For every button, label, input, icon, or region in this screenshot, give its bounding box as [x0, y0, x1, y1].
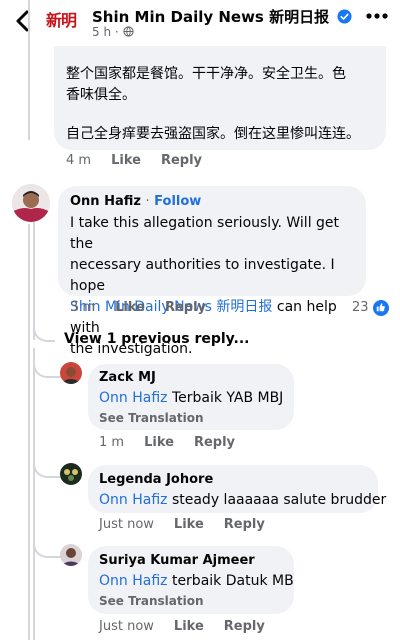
comment-time[interactable]: 3 m — [70, 300, 95, 315]
comment-author: Onn Hafiz · Follow — [70, 194, 201, 209]
see-translation-link[interactable]: See Translation — [99, 411, 283, 425]
post-meta: 5 h · — [92, 25, 134, 39]
reply-text-rest: steady laaaaaa salute brudder — [167, 492, 387, 508]
reply-author[interactable]: Suriya Kumar Ajmeer — [99, 553, 294, 568]
comment-line: 香味俱全。 — [66, 87, 136, 103]
reply-time[interactable]: 1 m — [99, 435, 124, 450]
comment-actions: 4 m Like Reply — [66, 153, 202, 168]
comment-time[interactable]: 4 m — [66, 153, 91, 168]
thread-line — [28, 224, 30, 640]
reply-text-rest: terbaik Datuk MB — [167, 573, 294, 589]
page-logo[interactable]: 新明 — [46, 8, 84, 34]
reply-time[interactable]: Just now — [99, 517, 154, 532]
reply-text-rest: Terbaik YAB MBJ — [167, 390, 284, 406]
thread-line — [33, 210, 35, 340]
avatar-image — [60, 544, 82, 566]
reply-author[interactable]: Zack MJ — [99, 370, 283, 385]
user-mention[interactable]: Onn Hafiz — [99, 573, 168, 589]
comment-line: 整个国家都是餐馆。干干净净。安全卫生。色 — [66, 66, 346, 82]
like-button[interactable]: Like — [174, 517, 204, 532]
reply-text: Onn Hafiz Terbaik YAB MBJ — [99, 388, 283, 409]
reply-button[interactable]: Reply — [194, 435, 235, 450]
reply-actions: Just now Like Reply — [99, 517, 265, 532]
thread-line — [28, 0, 30, 140]
post-time[interactable]: 5 h — [92, 25, 111, 39]
like-button[interactable]: Like — [144, 435, 174, 450]
thread-connector — [33, 326, 55, 342]
thread-connector — [33, 542, 61, 558]
reply-button[interactable]: Reply — [161, 153, 202, 168]
like-button[interactable]: Like — [115, 300, 145, 315]
reply-content: Legenda Johore Onn Hafiz steady laaaaaa … — [99, 472, 386, 511]
more-icon[interactable] — [366, 12, 388, 20]
page-name-text[interactable]: Shin Min Daily News 新明日报 — [92, 8, 329, 26]
avatar-image — [60, 463, 82, 485]
comment-line: 自己全身痒要去强盗国家。倒在这里惨叫连连。 — [66, 126, 360, 142]
reply-button[interactable]: Reply — [224, 619, 265, 634]
author-name[interactable]: Onn Hafiz — [70, 194, 141, 209]
comment-actions: 3 m Like Reply — [70, 300, 206, 315]
like-button[interactable]: Like — [174, 619, 204, 634]
thread-connector — [33, 462, 61, 478]
thread-connector — [33, 362, 61, 378]
thread-line — [33, 348, 35, 640]
page-name[interactable]: Shin Min Daily News 新明日报 — [92, 6, 352, 27]
avatar[interactable] — [60, 463, 82, 485]
comment-line: I take this allegation seriously. Will g… — [70, 215, 340, 252]
comment-line: necessary authorities to investigate. I … — [70, 257, 335, 294]
avatar-image — [12, 184, 50, 222]
like-reaction-icon — [372, 299, 390, 317]
globe-icon — [122, 26, 134, 37]
like-button[interactable]: Like — [111, 153, 141, 168]
back-arrow-icon[interactable] — [12, 8, 34, 34]
reply-button[interactable]: Reply — [224, 517, 265, 532]
user-mention[interactable]: Onn Hafiz — [99, 492, 168, 508]
reply-content: Suriya Kumar Ajmeer Onn Hafiz terbaik Da… — [99, 553, 294, 608]
view-previous-replies-link[interactable]: View 1 previous reply... — [64, 331, 249, 347]
reply-time[interactable]: Just now — [99, 619, 154, 634]
user-mention[interactable]: Onn Hafiz — [99, 390, 168, 406]
follow-button[interactable]: Follow — [154, 194, 201, 209]
reply-actions: 1 m Like Reply — [99, 435, 235, 450]
verified-badge-icon — [337, 9, 352, 24]
meta-separator: · — [114, 25, 119, 39]
reply-text: Onn Hafiz steady laaaaaa salute brudder — [99, 490, 386, 511]
comment-text: 整个国家都是餐馆。干干净净。安全卫生。色 香味俱全。 自己全身痒要去强盗国家。倒… — [66, 64, 360, 145]
reply-text: Onn Hafiz terbaik Datuk MB — [99, 571, 294, 592]
avatar[interactable] — [60, 544, 82, 566]
reaction-count[interactable]: 23 — [352, 300, 369, 315]
page-header: 新明 Shin Min Daily News 新明日报 5 h · — [0, 0, 400, 46]
comment-header: Onn Hafiz · Follow — [70, 194, 201, 209]
avatar-image — [60, 362, 82, 384]
avatar[interactable] — [60, 362, 82, 384]
reply-button[interactable]: Reply — [165, 300, 206, 315]
reply-author[interactable]: Legenda Johore — [99, 472, 386, 487]
dot-separator: · — [145, 194, 150, 209]
reply-content: Zack MJ Onn Hafiz Terbaik YAB MBJ See Tr… — [99, 370, 283, 425]
avatar[interactable] — [12, 184, 50, 222]
see-translation-link[interactable]: See Translation — [99, 594, 294, 608]
reply-actions: Just now Like Reply — [99, 619, 265, 634]
